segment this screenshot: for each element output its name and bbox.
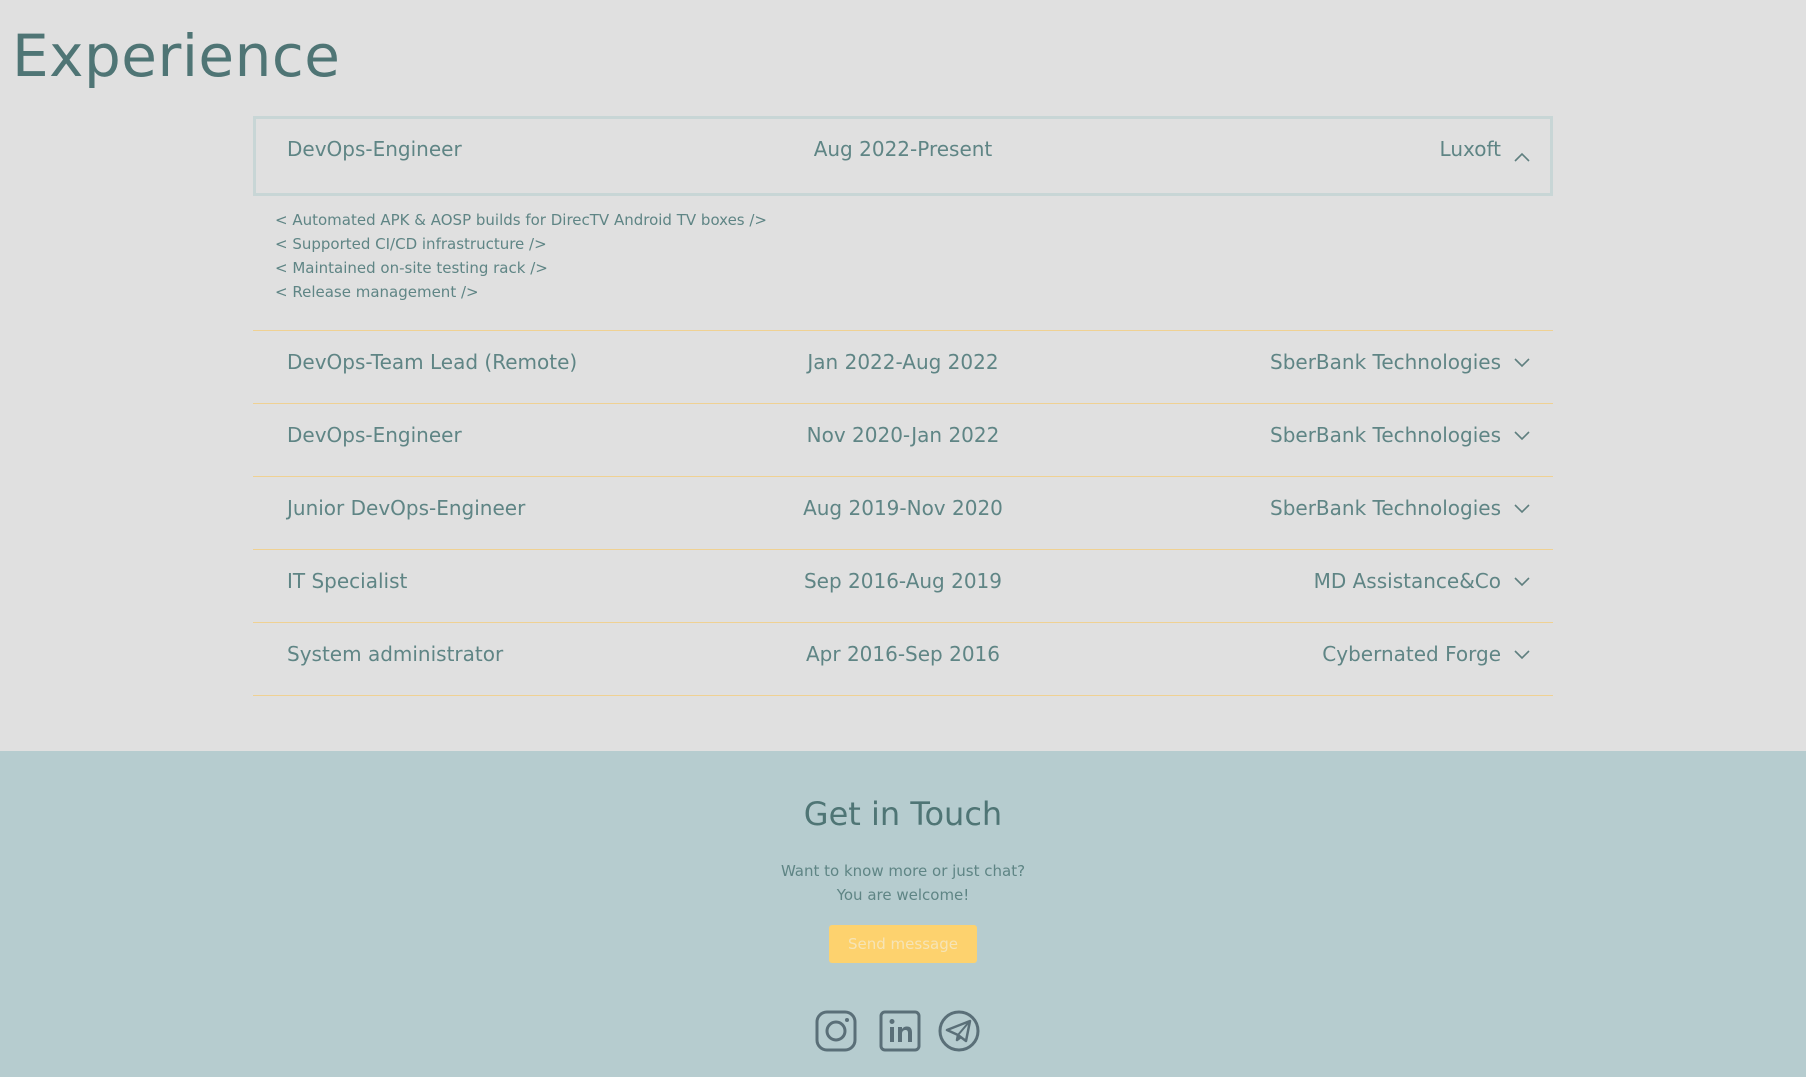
detail-line: < Maintained on-site testing rack />	[275, 259, 548, 277]
contact-line: You are welcome!	[836, 886, 970, 904]
telegram-icon[interactable]	[937, 1009, 981, 1053]
job-company: MD Assistance&Co	[1313, 569, 1501, 593]
experience-accordion: DevOps-Engineer Aug 2022-Present Luxoft …	[253, 116, 1553, 696]
experience-item-header[interactable]: IT Specialist Sep 2016-Aug 2019 MD Assis…	[253, 550, 1553, 622]
experience-item: System administrator Apr 2016-Sep 2016 C…	[253, 623, 1553, 696]
experience-item: IT Specialist Sep 2016-Aug 2019 MD Assis…	[253, 550, 1553, 623]
experience-item-header[interactable]: DevOps-Team Lead (Remote) Jan 2022-Aug 2…	[253, 331, 1553, 403]
experience-section: Experience DevOps-Engineer Aug 2022-Pres…	[0, 0, 1806, 751]
job-company: Cybernated Forge	[1322, 642, 1501, 666]
contact-section: Get in Touch Want to know more or just c…	[0, 751, 1806, 1077]
job-company: SberBank Technologies	[1270, 423, 1501, 447]
experience-item: DevOps-Engineer Aug 2022-Present Luxoft …	[253, 116, 1553, 331]
job-dates: Aug 2022-Present	[813, 137, 993, 161]
experience-item-details: < Automated APK & AOSP builds for DirecT…	[253, 196, 1553, 330]
send-message-button[interactable]: Send message	[829, 925, 977, 963]
contact-line: Want to know more or just chat?	[780, 862, 1026, 880]
job-company: SberBank Technologies	[1270, 350, 1501, 374]
chevron-up-icon[interactable]	[1513, 151, 1531, 163]
experience-item-header[interactable]: Junior DevOps-Engineer Aug 2019-Nov 2020…	[253, 477, 1553, 549]
chevron-down-icon[interactable]	[1513, 503, 1531, 515]
experience-item: Junior DevOps-Engineer Aug 2019-Nov 2020…	[253, 477, 1553, 550]
detail-line: < Supported CI/CD infrastructure />	[275, 235, 547, 253]
page-title: Experience	[12, 22, 341, 90]
experience-item: DevOps-Team Lead (Remote) Jan 2022-Aug 2…	[253, 331, 1553, 404]
experience-item: DevOps-Engineer Nov 2020-Jan 2022 SberBa…	[253, 404, 1553, 477]
contact-text: Want to know more or just chat? You are …	[0, 859, 1806, 907]
linkedin-icon[interactable]	[878, 1009, 922, 1053]
chevron-down-icon[interactable]	[1513, 576, 1531, 588]
experience-item-header[interactable]: DevOps-Engineer Aug 2022-Present Luxoft	[253, 116, 1553, 196]
detail-line: < Release management />	[275, 283, 479, 301]
chevron-down-icon[interactable]	[1513, 430, 1531, 442]
job-company: SberBank Technologies	[1270, 496, 1501, 520]
experience-item-header[interactable]: System administrator Apr 2016-Sep 2016 C…	[253, 623, 1553, 695]
chevron-down-icon[interactable]	[1513, 649, 1531, 661]
contact-title: Get in Touch	[803, 795, 1003, 833]
social-links	[0, 1009, 1806, 1057]
instagram-icon[interactable]	[814, 1009, 858, 1053]
chevron-down-icon[interactable]	[1513, 357, 1531, 369]
detail-line: < Automated APK & AOSP builds for DirecT…	[275, 211, 768, 229]
experience-item-header[interactable]: DevOps-Engineer Nov 2020-Jan 2022 SberBa…	[253, 404, 1553, 476]
job-company: Luxoft	[1439, 137, 1501, 161]
